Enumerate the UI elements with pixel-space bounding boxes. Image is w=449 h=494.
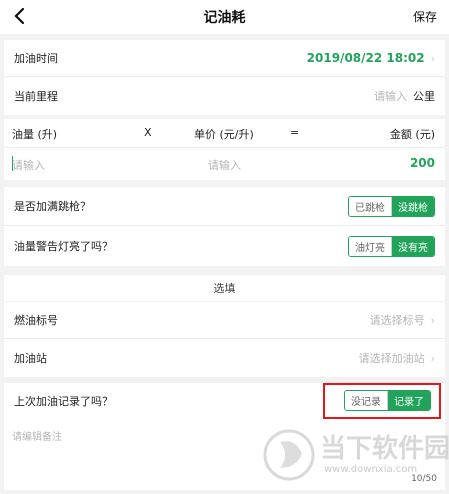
price-column-label: 单价 (元/升) [194, 128, 254, 141]
last-recorded-label: 上次加油记录了吗？ [14, 394, 113, 408]
warning-light-option-on[interactable]: 油灯亮 [349, 236, 392, 256]
mileage-input[interactable]: 请输入 [374, 88, 407, 104]
note-textarea[interactable]: 请编辑备注 10/50 [4, 418, 445, 490]
full-tank-label: 是否加满跳枪？ [14, 200, 91, 213]
warning-light-option-off[interactable]: 没有亮 [392, 236, 434, 256]
fuel-grade-select[interactable]: 请选择标号 [370, 312, 425, 328]
fuel-calc-header: 油量 (升) X 单价 (元/升) = 金额 (元) [4, 119, 445, 147]
warning-light-row: 油量警告灯亮了吗？ 油灯亮 没有亮 [4, 226, 445, 266]
full-tank-option-yes[interactable]: 已跳枪 [349, 196, 392, 216]
last-recorded-toggle: 没记录 记录了 [344, 390, 431, 411]
warning-light-label: 油量警告灯亮了吗？ [14, 240, 113, 253]
full-tank-row: 是否加满跳枪？ 已跳枪 没跳枪 [4, 187, 445, 225]
chevron-right-icon: › [430, 313, 435, 327]
warning-light-toggle: 油灯亮 没有亮 [348, 235, 435, 257]
last-recorded-option-no[interactable]: 没记录 [345, 391, 388, 410]
back-button[interactable] [8, 4, 30, 28]
fuel-grade-row[interactable]: 燃油标号 请选择标号 › [4, 302, 445, 338]
chevron-left-icon [14, 7, 25, 25]
gas-station-select[interactable]: 请选择加油站 [359, 350, 425, 366]
gas-station-label: 加油站 [14, 352, 47, 365]
chevron-right-icon: › [430, 351, 435, 365]
amount-input[interactable]: 请输入 [12, 157, 45, 173]
equals-sign: = [290, 126, 300, 139]
note-placeholder: 请编辑备注 [12, 432, 62, 443]
fuel-grade-label: 燃油标号 [14, 314, 58, 327]
total-value: 200 [409, 156, 435, 170]
app-header: 记油耗 保存 [0, 0, 449, 34]
mileage-unit: 公里 [413, 90, 435, 103]
note-char-counter: 10/50 [411, 474, 437, 484]
total-column-label: 金额 (元) [389, 128, 435, 141]
amount-column-label: 油量 (升) [12, 128, 58, 141]
chevron-right-icon: › [430, 51, 435, 65]
fuel-time-value: 2019/08/22 18:02 [306, 51, 425, 65]
last-recorded-option-yes[interactable]: 记录了 [388, 391, 430, 410]
save-button[interactable]: 保存 [413, 8, 437, 25]
fuel-time-label: 加油时间 [14, 52, 58, 65]
mileage-label: 当前里程 [14, 90, 58, 103]
page-title: 记油耗 [203, 10, 246, 26]
full-tank-toggle: 已跳枪 没跳枪 [348, 195, 435, 217]
price-input[interactable]: 请输入 [208, 157, 241, 173]
last-recorded-row: 上次加油记录了吗？ 没记录 记录了 [4, 383, 445, 418]
fuel-calc-inputs: 请输入 请输入 200 [4, 148, 445, 180]
mileage-row: 当前里程 请输入 公里 [4, 77, 445, 115]
fuel-time-row[interactable]: 加油时间 2019/08/22 18:02 › [4, 40, 445, 76]
full-tank-option-no[interactable]: 没跳枪 [392, 196, 434, 216]
multiply-sign: X [144, 126, 152, 139]
gas-station-row[interactable]: 加油站 请选择加油站 › [4, 339, 445, 377]
optional-section-title: 选填 [4, 275, 445, 301]
